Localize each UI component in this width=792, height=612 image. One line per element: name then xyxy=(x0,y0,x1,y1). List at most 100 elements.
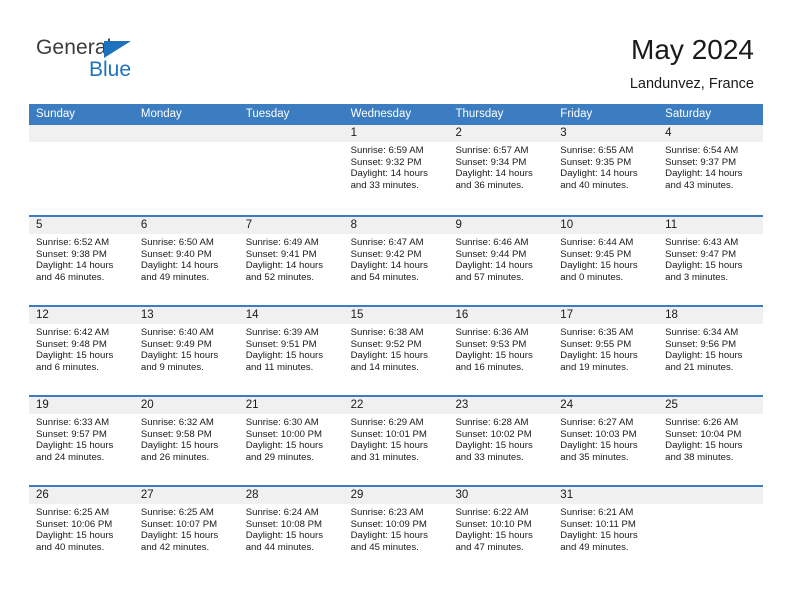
day-cell[interactable]: 22 Sunrise: 6:29 AM Sunset: 10:01 PM Day… xyxy=(343,397,449,485)
day-number: 6 xyxy=(133,217,239,234)
sunrise-text: Sunrise: 6:26 AM xyxy=(665,417,739,428)
day-number: 14 xyxy=(238,307,344,324)
daylight-text: Daylight: 15 hours and 45 minutes. xyxy=(350,530,428,553)
day-details: Sunrise: 6:42 AM Sunset: 9:48 PM Dayligh… xyxy=(29,324,134,373)
daylight-text: Daylight: 15 hours and 26 minutes. xyxy=(140,440,219,463)
day-details: Sunrise: 6:50 AM Sunset: 9:40 PM Dayligh… xyxy=(134,234,239,283)
sunrise-text: Sunrise: 6:28 AM xyxy=(455,417,529,428)
day-cell[interactable]: 8 Sunrise: 6:47 AM Sunset: 9:42 PM Dayli… xyxy=(343,217,449,305)
sunrise-text: Sunrise: 6:32 AM xyxy=(140,417,214,428)
sunset-text: Sunset: 9:55 PM xyxy=(560,338,632,350)
day-cell[interactable]: 20 Sunrise: 6:32 AM Sunset: 9:58 PM Dayl… xyxy=(133,397,239,485)
day-details: Sunrise: 6:36 AM Sunset: 9:53 PM Dayligh… xyxy=(448,324,553,373)
day-cell[interactable]: 19 Sunrise: 6:33 AM Sunset: 9:57 PM Dayl… xyxy=(29,397,134,485)
sunset-text: Sunset: 9:32 PM xyxy=(350,156,422,168)
day-number xyxy=(29,125,134,142)
day-cell[interactable]: 2 Sunrise: 6:57 AM Sunset: 9:34 PM Dayli… xyxy=(448,125,554,215)
sunrise-text: Sunrise: 6:44 AM xyxy=(560,237,634,248)
sunrise-text: Sunrise: 6:42 AM xyxy=(36,327,110,338)
sunset-text: Sunset: 9:37 PM xyxy=(665,156,737,168)
day-cell[interactable]: 6 Sunrise: 6:50 AM Sunset: 9:40 PM Dayli… xyxy=(133,217,239,305)
day-details: Sunrise: 6:22 AM Sunset: 10:10 PM Daylig… xyxy=(448,504,553,553)
weekday-header-sunday: Sunday xyxy=(36,108,76,120)
day-cell[interactable]: 12 Sunrise: 6:42 AM Sunset: 9:48 PM Dayl… xyxy=(29,307,134,395)
day-cell[interactable]: 14 Sunrise: 6:39 AM Sunset: 9:51 PM Dayl… xyxy=(238,307,344,395)
daylight-text: Daylight: 14 hours and 36 minutes. xyxy=(455,168,533,191)
sunrise-text: Sunrise: 6:59 AM xyxy=(350,145,424,156)
day-cell[interactable]: 5 Sunrise: 6:52 AM Sunset: 9:38 PM Dayli… xyxy=(29,217,134,305)
daylight-text: Daylight: 15 hours and 35 minutes. xyxy=(560,440,638,463)
day-cell[interactable]: 30 Sunrise: 6:22 AM Sunset: 10:10 PM Day… xyxy=(448,487,554,575)
general-blue-logo[interactable]: General Blue xyxy=(36,36,216,90)
daylight-text: Daylight: 14 hours and 54 minutes. xyxy=(350,260,428,283)
day-cell[interactable]: 27 Sunrise: 6:25 AM Sunset: 10:07 PM Day… xyxy=(133,487,239,575)
sunrise-text: Sunrise: 6:35 AM xyxy=(560,327,634,338)
sunset-text: Sunset: 10:07 PM xyxy=(140,518,218,530)
day-details: Sunrise: 6:25 AM Sunset: 10:06 PM Daylig… xyxy=(29,504,134,553)
day-details: Sunrise: 6:47 AM Sunset: 9:42 PM Dayligh… xyxy=(344,234,449,283)
sunset-text: Sunset: 9:38 PM xyxy=(36,248,107,260)
day-number: 13 xyxy=(133,307,239,324)
daylight-text: Daylight: 14 hours and 40 minutes. xyxy=(560,168,638,191)
day-cell[interactable]: 16 Sunrise: 6:36 AM Sunset: 9:53 PM Dayl… xyxy=(448,307,554,395)
sunset-text: Sunset: 9:44 PM xyxy=(455,248,527,260)
sunset-text: Sunset: 9:42 PM xyxy=(350,248,422,260)
sunrise-text: Sunrise: 6:46 AM xyxy=(455,237,529,248)
sunset-text: Sunset: 9:35 PM xyxy=(560,156,632,168)
sunset-text: Sunset: 9:48 PM xyxy=(36,338,107,350)
day-cell[interactable]: 11 Sunrise: 6:43 AM Sunset: 9:47 PM Dayl… xyxy=(658,217,764,305)
day-details: Sunrise: 6:40 AM Sunset: 9:49 PM Dayligh… xyxy=(134,324,239,373)
day-cell[interactable]: 18 Sunrise: 6:34 AM Sunset: 9:56 PM Dayl… xyxy=(658,307,764,395)
day-cell[interactable]: 29 Sunrise: 6:23 AM Sunset: 10:09 PM Day… xyxy=(343,487,449,575)
day-cell[interactable]: 28 Sunrise: 6:24 AM Sunset: 10:08 PM Day… xyxy=(238,487,344,575)
daylight-text: Daylight: 15 hours and 6 minutes. xyxy=(36,350,114,373)
sunrise-text: Sunrise: 6:55 AM xyxy=(560,145,634,156)
day-details: Sunrise: 6:59 AM Sunset: 9:32 PM Dayligh… xyxy=(344,142,449,191)
sunrise-text: Sunrise: 6:29 AM xyxy=(350,417,424,428)
day-cell[interactable]: 26 Sunrise: 6:25 AM Sunset: 10:06 PM Day… xyxy=(29,487,134,575)
day-cell[interactable]: 17 Sunrise: 6:35 AM Sunset: 9:55 PM Dayl… xyxy=(553,307,659,395)
day-cell[interactable]: 31 Sunrise: 6:21 AM Sunset: 10:11 PM Day… xyxy=(553,487,659,575)
day-number: 11 xyxy=(658,217,764,234)
day-cell[interactable]: 23 Sunrise: 6:28 AM Sunset: 10:02 PM Day… xyxy=(448,397,554,485)
daylight-text: Daylight: 15 hours and 21 minutes. xyxy=(665,350,743,373)
day-number: 28 xyxy=(238,487,344,504)
calendar-week-row: 5 Sunrise: 6:52 AM Sunset: 9:38 PM Dayli… xyxy=(29,215,764,305)
daylight-text: Daylight: 15 hours and 3 minutes. xyxy=(665,260,743,283)
day-cell[interactable]: 25 Sunrise: 6:26 AM Sunset: 10:04 PM Day… xyxy=(658,397,764,485)
day-details: Sunrise: 6:32 AM Sunset: 9:58 PM Dayligh… xyxy=(134,414,239,463)
day-number: 15 xyxy=(343,307,449,324)
sunrise-text: Sunrise: 6:24 AM xyxy=(245,507,319,518)
sunset-text: Sunset: 10:10 PM xyxy=(455,518,532,530)
day-details: Sunrise: 6:25 AM Sunset: 10:07 PM Daylig… xyxy=(134,504,239,553)
day-details: Sunrise: 6:52 AM Sunset: 9:38 PM Dayligh… xyxy=(29,234,134,283)
sunrise-text: Sunrise: 6:43 AM xyxy=(665,237,739,248)
day-number xyxy=(133,125,239,142)
calendar-week-row: 26 Sunrise: 6:25 AM Sunset: 10:06 PM Day… xyxy=(29,485,764,575)
day-cell[interactable]: 1 Sunrise: 6:59 AM Sunset: 9:32 PM Dayli… xyxy=(343,125,449,215)
day-cell[interactable]: 7 Sunrise: 6:49 AM Sunset: 9:41 PM Dayli… xyxy=(238,217,344,305)
daylight-text: Daylight: 14 hours and 43 minutes. xyxy=(665,168,743,191)
day-cell[interactable]: 15 Sunrise: 6:38 AM Sunset: 9:52 PM Dayl… xyxy=(343,307,449,395)
day-number: 21 xyxy=(238,397,344,414)
day-cell[interactable]: 9 Sunrise: 6:46 AM Sunset: 9:44 PM Dayli… xyxy=(448,217,554,305)
weekday-header-monday: Monday xyxy=(140,108,182,120)
calendar-week-row: 1 Sunrise: 6:59 AM Sunset: 9:32 PM Dayli… xyxy=(29,125,764,215)
sunset-text: Sunset: 10:02 PM xyxy=(455,428,532,440)
day-cell[interactable]: 21 Sunrise: 6:30 AM Sunset: 10:00 PM Day… xyxy=(238,397,344,485)
day-cell[interactable]: 4 Sunrise: 6:54 AM Sunset: 9:37 PM Dayli… xyxy=(658,125,764,215)
day-number: 3 xyxy=(553,125,659,142)
sunrise-text: Sunrise: 6:40 AM xyxy=(140,327,214,338)
day-cell[interactable]: 13 Sunrise: 6:40 AM Sunset: 9:49 PM Dayl… xyxy=(133,307,239,395)
day-number: 23 xyxy=(448,397,554,414)
day-cell[interactable]: 10 Sunrise: 6:44 AM Sunset: 9:45 PM Dayl… xyxy=(553,217,659,305)
day-number: 2 xyxy=(448,125,554,142)
calendar-page: General Blue May 2024 Landunvez, France … xyxy=(0,0,792,612)
day-details: Sunrise: 6:23 AM Sunset: 10:09 PM Daylig… xyxy=(344,504,449,553)
day-cell[interactable]: 24 Sunrise: 6:27 AM Sunset: 10:03 PM Day… xyxy=(553,397,659,485)
day-cell[interactable]: 3 Sunrise: 6:55 AM Sunset: 9:35 PM Dayli… xyxy=(553,125,659,215)
blue-triangle-icon xyxy=(104,41,131,58)
day-number: 12 xyxy=(29,307,134,324)
sunset-text: Sunset: 10:01 PM xyxy=(350,428,427,440)
day-details: Sunrise: 6:49 AM Sunset: 9:41 PM Dayligh… xyxy=(239,234,344,283)
